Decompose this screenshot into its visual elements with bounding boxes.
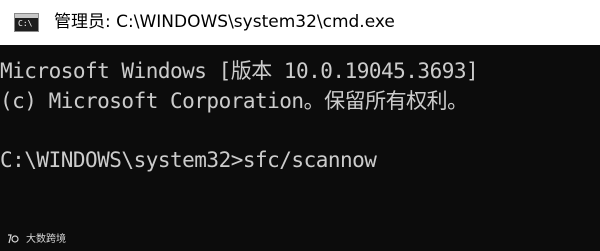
console-command-line[interactable]: C:\WINDOWS\system32>sfc/scannow [0, 146, 377, 174]
cmd-icon-bar [15, 14, 38, 18]
title-bar[interactable]: C:\ 管理员: C:\WINDOWS\system32\cmd.exe [0, 0, 600, 45]
watermark-text: 大数跨境 [26, 234, 66, 245]
console-line-version: Microsoft Windows [版本 10.0.19045.3693] [0, 59, 479, 83]
window-title: 管理员: C:\WINDOWS\system32\cmd.exe [54, 12, 395, 32]
cmd-icon[interactable]: C:\ [14, 13, 39, 32]
watermark-logo-svg [8, 233, 19, 243]
watermark: 大数跨境 [6, 231, 66, 249]
watermark-logo-icon [6, 233, 22, 248]
console-line-copyright: (c) Microsoft Corporation。保留所有权利。 [0, 89, 468, 113]
cmd-icon-prompt: C:\ [18, 19, 33, 28]
